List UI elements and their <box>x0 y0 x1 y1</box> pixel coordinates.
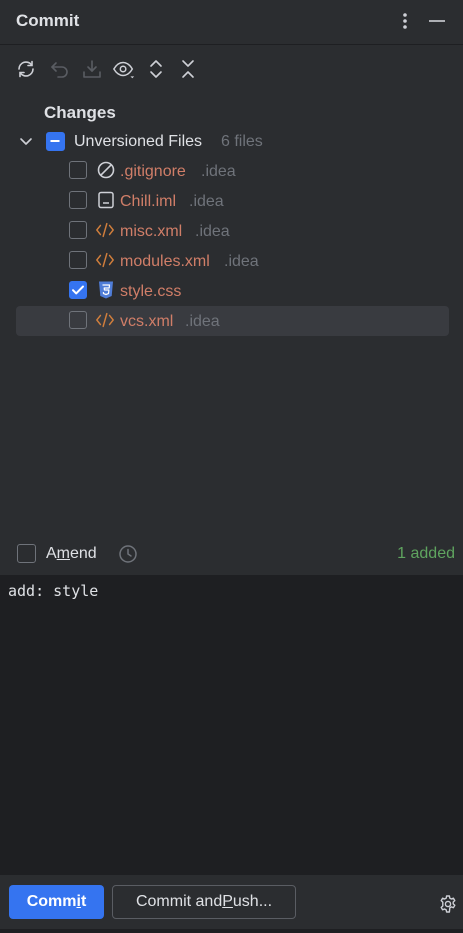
commit-and-push-button[interactable]: Commit and Push... <box>112 885 296 919</box>
commit-actions: Comm i t Commit and Push... <box>0 875 463 933</box>
file-row[interactable]: .gitignore .idea <box>0 157 463 187</box>
file-row[interactable]: style.css <box>0 277 463 307</box>
shelve-icon[interactable] <box>80 57 104 81</box>
commit-message-editor <box>0 575 463 875</box>
changes-summary: 1 added <box>397 545 455 562</box>
file-dir: .idea <box>201 163 236 180</box>
collapse-all-icon[interactable] <box>176 57 200 81</box>
commit-history-clock-icon[interactable] <box>118 544 138 564</box>
ignore-icon <box>96 160 116 180</box>
file-checkbox[interactable] <box>69 251 87 269</box>
module-file-icon <box>96 190 116 210</box>
file-name: .gitignore <box>120 163 186 180</box>
expand-all-icon[interactable] <box>144 57 168 81</box>
unversioned-group[interactable]: Unversioned Files 6 files <box>0 127 463 157</box>
file-row-selected[interactable]: vcs.xml .idea <box>0 307 463 337</box>
file-checkbox[interactable] <box>69 161 87 179</box>
file-dir: .idea <box>195 223 230 240</box>
show-diff-icon[interactable] <box>112 57 136 81</box>
file-checkbox-checked[interactable] <box>69 281 87 299</box>
amend-bar: Amend 1 added <box>0 535 463 573</box>
group-checkbox-partial[interactable] <box>46 132 65 151</box>
file-name: style.css <box>120 283 182 300</box>
panel-title: Commit <box>16 11 80 30</box>
refresh-icon[interactable] <box>14 57 38 81</box>
status-strip <box>0 929 463 933</box>
panel-header: Commit <box>0 0 463 44</box>
file-dir: .idea <box>224 253 259 270</box>
minimize-icon[interactable] <box>428 10 446 32</box>
file-name: Chill.iml <box>120 193 176 210</box>
changes-root-label: Changes <box>44 103 116 122</box>
amend-checkbox[interactable] <box>17 544 36 563</box>
commit-toolbar <box>0 45 463 93</box>
commit-button[interactable]: Comm i t <box>9 885 104 919</box>
xml-icon <box>95 220 115 240</box>
commit-panel: Commit Changes Unversioned Files 6 files… <box>0 0 463 933</box>
chevron-down-icon[interactable] <box>19 133 33 149</box>
changes-root[interactable]: Changes <box>0 97 463 127</box>
group-label: Unversioned Files <box>74 133 203 150</box>
file-row[interactable]: modules.xml .idea <box>0 247 463 277</box>
file-name: misc.xml <box>120 223 183 240</box>
rollback-icon[interactable] <box>48 57 72 81</box>
file-dir: .idea <box>185 313 220 330</box>
more-options-icon[interactable] <box>396 10 414 32</box>
file-checkbox[interactable] <box>69 191 87 209</box>
xml-icon <box>95 250 115 270</box>
amend-label[interactable]: Amend <box>46 545 97 563</box>
css-icon <box>96 280 116 300</box>
file-name: modules.xml <box>120 253 210 270</box>
file-row[interactable]: Chill.iml .idea <box>0 187 463 217</box>
group-count: 6 files <box>221 133 263 150</box>
commit-message-input[interactable] <box>0 575 463 875</box>
file-row[interactable]: misc.xml .idea <box>0 217 463 247</box>
file-name: vcs.xml <box>120 313 174 330</box>
file-dir: .idea <box>189 193 224 210</box>
file-checkbox[interactable] <box>69 311 87 329</box>
gear-icon[interactable] <box>438 894 458 914</box>
xml-icon <box>95 310 115 330</box>
changes-tree: Changes Unversioned Files 6 files .gitig… <box>0 93 463 533</box>
file-checkbox[interactable] <box>69 221 87 239</box>
